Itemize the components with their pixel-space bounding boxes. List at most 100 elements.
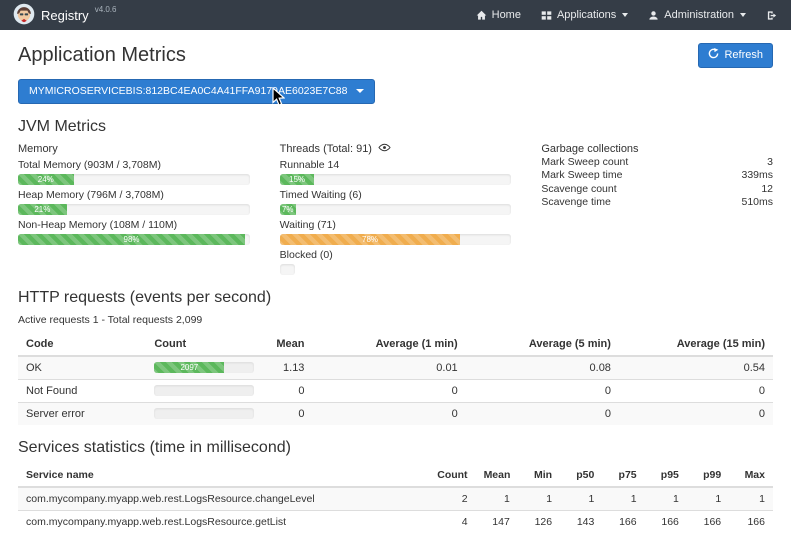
metric-label: Non-Heap Memory (108M / 110M)	[18, 219, 250, 231]
max-cell: 166	[729, 510, 773, 533]
min-cell: 1	[518, 487, 560, 511]
services-section-title: Services statistics (time in millisecond…	[18, 439, 773, 457]
gc-label: Scavenge count	[541, 183, 616, 197]
table-row: OK 2097 1.13 0.01 0.08 0.54	[18, 356, 773, 380]
nav-menu: Home Applications Administration	[476, 9, 778, 21]
nav-item-label: Applications	[557, 9, 616, 21]
user-icon	[648, 10, 659, 21]
metric-label: Runnable 14	[280, 159, 512, 171]
nav-item-home[interactable]: Home	[476, 9, 521, 21]
p75-cell: 166	[602, 510, 644, 533]
table-row: com.mycompany.myapp.web.rest.LogsResourc…	[18, 487, 773, 511]
applications-grid-icon	[541, 10, 552, 21]
progress-bar: 78%	[280, 234, 461, 245]
gc-value: 3	[767, 156, 773, 170]
table-row: Not Found 0 0 0 0	[18, 379, 773, 402]
nav-item-label: Home	[492, 9, 521, 21]
metric-blocked: Blocked (0)	[280, 249, 512, 275]
refresh-button[interactable]: Refresh	[698, 43, 773, 68]
progress-bar: 98%	[18, 234, 245, 245]
brand-version: v4.0.6	[95, 5, 117, 14]
jvm-section-title: JVM Metrics	[18, 118, 773, 136]
column-header: Average (1 min)	[312, 333, 465, 356]
metric-label: Blocked (0)	[280, 249, 512, 261]
count-cell	[146, 379, 267, 402]
sign-out-icon	[766, 10, 778, 21]
instance-label: MYMICROSERVICEBIS:812BC4EA0C4A41FFA9179A…	[29, 85, 347, 98]
p95-cell: 1	[645, 487, 687, 511]
count-cell: 2097	[146, 356, 267, 380]
avg15-cell: 0	[619, 379, 773, 402]
service-name-cell: com.mycompany.myapp.web.rest.LogsResourc…	[18, 510, 426, 533]
gc-row: Scavenge count 12	[541, 183, 773, 197]
column-header: Count	[426, 464, 476, 487]
p50-cell: 1	[560, 487, 602, 511]
brand-name: Registry	[41, 8, 89, 23]
column-header: Count	[146, 333, 267, 356]
progress-bar: 7%	[280, 204, 296, 215]
metric-total-memory: Total Memory (903M / 3,708M) 24%	[18, 159, 250, 185]
progress-bar: 21%	[18, 204, 67, 215]
progress-bar: 24%	[18, 174, 74, 185]
p75-cell: 1	[602, 487, 644, 511]
count-cell: 2	[426, 487, 476, 511]
metric-waiting: Waiting (71) 78%	[280, 219, 512, 245]
brand[interactable]: Registry v4.0.6	[13, 3, 116, 28]
app-logo-avatar-icon	[13, 3, 35, 28]
avg1-cell: 0	[312, 379, 465, 402]
progress-track	[280, 264, 295, 275]
column-header: p50	[560, 464, 602, 487]
progress-track: 78%	[280, 234, 512, 245]
gc-label: Scavenge time	[541, 196, 610, 210]
nav-item-administration[interactable]: Administration	[648, 9, 746, 21]
http-section-title: HTTP requests (events per second)	[18, 289, 773, 307]
p95-cell: 166	[645, 510, 687, 533]
table-header-row: Service name Count Mean Min p50 p75 p95 …	[18, 464, 773, 487]
column-header: p75	[602, 464, 644, 487]
instance-selector-dropdown[interactable]: MYMICROSERVICEBIS:812BC4EA0C4A41FFA9179A…	[18, 79, 375, 104]
progress-track: 15%	[280, 174, 512, 185]
memory-title: Memory	[18, 143, 250, 155]
http-requests-summary: Active requests 1 - Total requests 2,099	[18, 314, 773, 326]
metric-heap-memory: Heap Memory (796M / 3,708M) 21%	[18, 189, 250, 215]
count-cell	[146, 402, 267, 425]
home-icon	[476, 10, 487, 21]
avg5-cell: 0.08	[466, 356, 619, 380]
services-statistics-table: Service name Count Mean Min p50 p75 p95 …	[18, 464, 773, 533]
table-row: Server error 0 0 0 0	[18, 402, 773, 425]
column-header: Mean	[476, 464, 518, 487]
progress-track	[154, 408, 254, 419]
gc-row: Scavenge time 510ms	[541, 196, 773, 210]
column-header: Min	[518, 464, 560, 487]
metric-runnable: Runnable 14 15%	[280, 159, 512, 185]
logout-button[interactable]	[766, 10, 778, 21]
column-header: Max	[729, 464, 773, 487]
avg1-cell: 0.01	[312, 356, 465, 380]
mean-cell: 0	[267, 379, 312, 402]
eye-icon[interactable]	[378, 143, 391, 155]
p99-cell: 166	[687, 510, 729, 533]
progress-bar: 15%	[280, 174, 315, 185]
gc-value: 510ms	[741, 196, 773, 210]
count-cell: 4	[426, 510, 476, 533]
chevron-down-icon	[356, 89, 364, 93]
garbage-collections-column: Garbage collections Mark Sweep count 3 M…	[541, 143, 773, 275]
progress-track: 24%	[18, 174, 250, 185]
gc-label: Mark Sweep count	[541, 156, 628, 170]
mean-cell: 0	[267, 402, 312, 425]
column-header: Service name	[18, 464, 426, 487]
memory-column: Memory Total Memory (903M / 3,708M) 24% …	[18, 143, 250, 275]
metric-label: Total Memory (903M / 3,708M)	[18, 159, 250, 171]
progress-bar: 2097	[154, 362, 224, 373]
column-header: Average (15 min)	[619, 333, 773, 356]
chevron-down-icon	[622, 13, 628, 17]
main-content: Application Metrics Refresh MYMICROSERVI…	[0, 30, 791, 533]
nav-item-applications[interactable]: Applications	[541, 9, 628, 21]
min-cell: 126	[518, 510, 560, 533]
progress-track: 7%	[280, 204, 512, 215]
column-header: Average (5 min)	[466, 333, 619, 356]
column-header: p95	[645, 464, 687, 487]
jvm-metrics-grid: Memory Total Memory (903M / 3,708M) 24% …	[18, 143, 773, 275]
threads-title: Threads (Total: 91)	[280, 143, 372, 155]
p99-cell: 1	[687, 487, 729, 511]
